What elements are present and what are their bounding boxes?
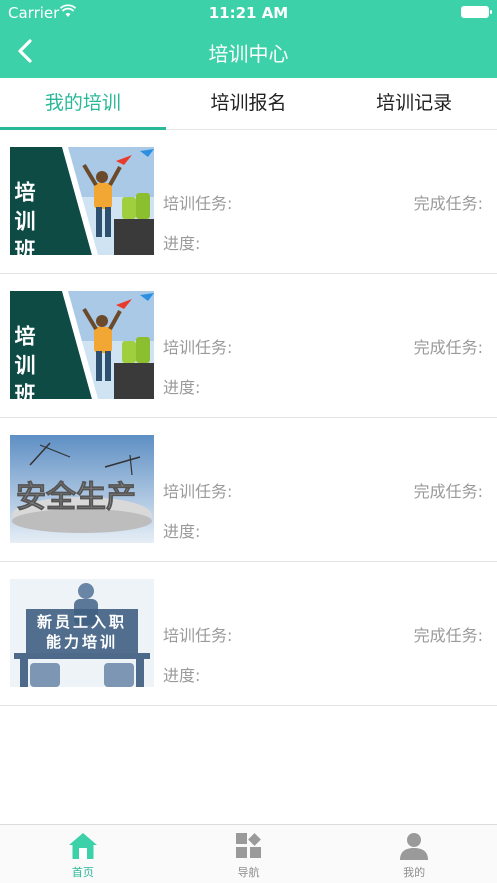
new-employee-training-image: 新员工入职 能力培训 [10,579,154,687]
list-item[interactable]: 新员工入职 能力培训 培训任务: 完成任务: 进度: [0,562,497,706]
home-icon [68,833,97,859]
progress-label: 进度: [163,234,201,253]
nav-home[interactable]: 首页 [0,825,166,883]
list-item[interactable]: 培训班 培训任务: 完成任务: 进度: [0,274,497,418]
battery-icon [461,6,492,18]
task-label: 培训任务: [163,338,233,357]
nav-navigation-label: 导航 [237,866,260,879]
tab-training-records[interactable]: 培训记录 [331,78,497,129]
completed-label: 完成任务: [413,482,483,501]
image-text-training-class: 培训班 [12,180,36,255]
status-time: 11:21 AM [208,4,289,22]
completed-label: 完成任务: [413,338,483,357]
safety-production-image: 安全生产 [10,435,154,543]
image-text-line2: 能力培训 [46,633,118,651]
tab-training-signup[interactable]: 培训报名 [166,78,332,129]
user-icon [400,833,429,860]
nav-mine-label: 我的 [403,866,426,879]
task-label: 培训任务: [163,482,233,501]
list-item[interactable]: 安全生产 培训任务: 完成任务: 进度: [0,418,497,562]
tab-bar: 我的培训 培训报名 培训记录 [0,78,497,130]
progress-label: 进度: [163,666,201,685]
progress-label: 进度: [163,522,201,541]
nav-home-label: 首页 [71,866,94,879]
image-text-line1: 新员工入职 [37,613,127,631]
training-class-image: 培训班 [10,147,154,255]
training-list: 培训班 培训任务: 完成任务: 进度: 培训班 培训任务: 完成任务: 进度: … [0,130,497,706]
completed-label: 完成任务: [413,626,483,645]
completed-label: 完成任务: [413,194,483,213]
bottom-nav: 首页 导航 我的 [0,824,497,883]
page-title: 培训中心 [208,42,289,66]
status-bar: Carrier 11:21 AM [0,0,497,26]
task-label: 培训任务: [163,626,233,645]
app-header: Carrier 11:21 AM 培训中心 [0,0,497,78]
grid-icon [235,833,261,858]
nav-navigation[interactable]: 导航 [166,825,332,883]
nav-mine[interactable]: 我的 [331,825,497,883]
image-text-training-class: 培训班 [12,324,36,399]
list-item[interactable]: 培训班 培训任务: 完成任务: 进度: [0,130,497,274]
tab-my-training[interactable]: 我的培训 [0,78,166,130]
image-text-safety-production: 安全生产 [16,480,136,515]
progress-label: 进度: [163,378,201,397]
training-class-image: 培训班 [10,291,154,399]
task-label: 培训任务: [163,194,233,213]
